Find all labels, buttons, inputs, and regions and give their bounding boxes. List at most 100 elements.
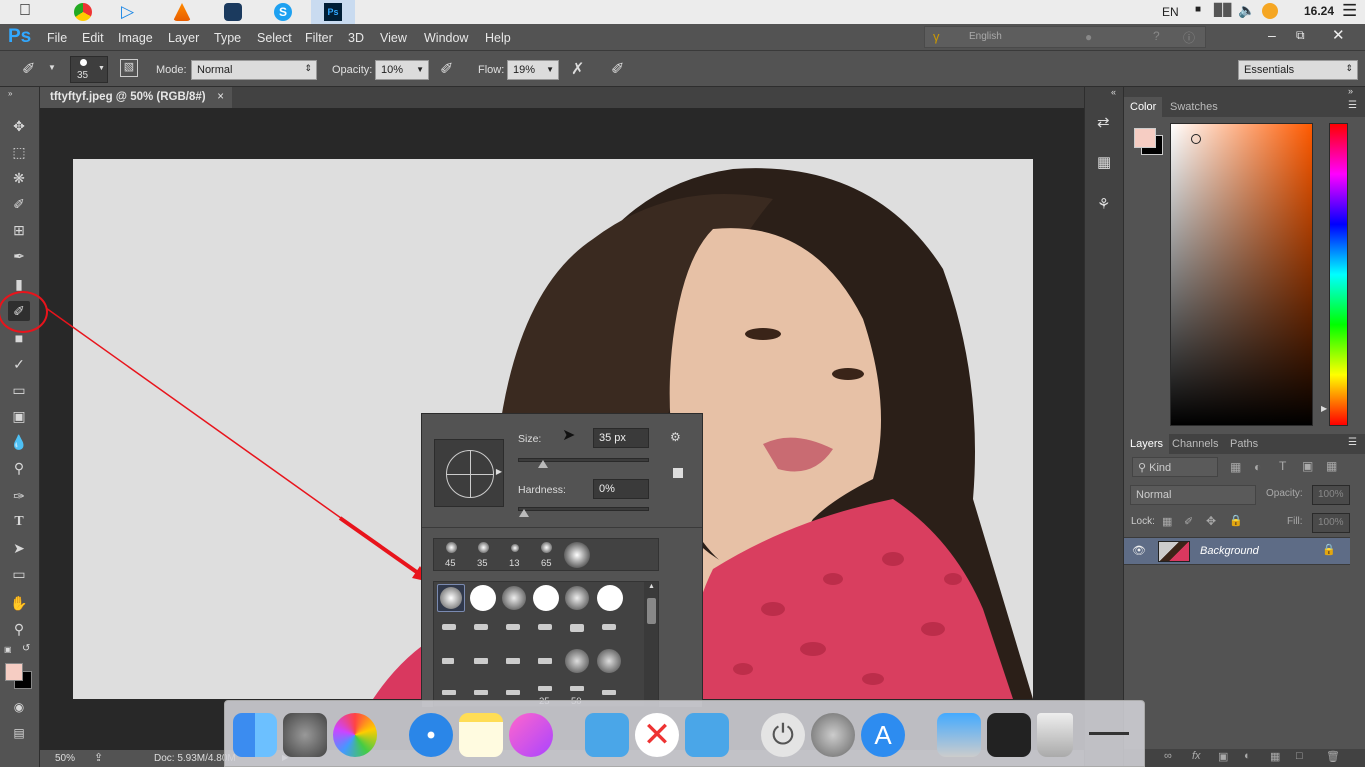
filter-pixel-icon[interactable]: ▦ xyxy=(1230,460,1241,474)
menu-edit[interactable]: Edit xyxy=(82,31,104,45)
filter-adjustment-icon[interactable]: ◐ xyxy=(1254,460,1261,474)
color-field[interactable] xyxy=(1170,123,1313,426)
flow-field[interactable]: 19% ▼ xyxy=(507,60,559,80)
xcode-icon[interactable]: ✕ xyxy=(635,713,679,757)
gradient-tool-icon[interactable]: ▣ xyxy=(8,406,30,426)
hardness-slider-thumb[interactable] xyxy=(519,509,529,517)
recent-brush[interactable] xyxy=(478,542,489,553)
size-slider[interactable] xyxy=(518,458,649,468)
quick-mask-icon[interactable]: ◉ xyxy=(8,697,30,717)
filter-type-icon[interactable]: T xyxy=(1279,459,1286,473)
brush-preset[interactable] xyxy=(506,690,520,695)
type-tool-icon[interactable]: T xyxy=(8,512,30,532)
restore-button[interactable]: ⧉ xyxy=(1296,28,1305,43)
hue-slider-thumb[interactable]: ▶ xyxy=(1321,404,1327,413)
hardness-slider[interactable] xyxy=(518,507,649,517)
layer-style-icon[interactable]: fx xyxy=(1192,750,1201,762)
language-indicator[interactable]: EN xyxy=(1162,5,1179,19)
volume-icon[interactable]: 🔈 xyxy=(1238,2,1255,19)
color-picker-ring[interactable] xyxy=(1191,134,1201,144)
trash-icon[interactable] xyxy=(1037,713,1073,757)
brush-preset[interactable] xyxy=(470,585,496,611)
history-brush-tool-icon[interactable]: ✓ xyxy=(8,354,30,374)
foreground-color-swatch[interactable] xyxy=(5,663,23,681)
lock-position-icon[interactable]: ✥ xyxy=(1206,514,1216,528)
ime-help-icon[interactable]: ? xyxy=(1153,29,1160,43)
brush-preset[interactable] xyxy=(597,585,623,611)
recent-brush[interactable] xyxy=(446,542,457,553)
gear-icon[interactable]: ⚙ xyxy=(670,430,681,444)
brush-preset[interactable] xyxy=(442,658,454,664)
swap-colors-icon[interactable]: ↺ xyxy=(22,643,30,654)
add-mask-icon[interactable]: ▣ xyxy=(1218,750,1228,763)
export-icon[interactable]: ⇪ xyxy=(94,751,103,764)
brush-preset[interactable] xyxy=(597,649,621,673)
menu-layer[interactable]: Layer xyxy=(168,31,199,45)
brush-preset[interactable] xyxy=(538,658,552,664)
brush-preset[interactable] xyxy=(474,690,488,695)
brush-preset[interactable] xyxy=(570,624,584,632)
hand-tool-icon[interactable]: ✋ xyxy=(8,593,30,613)
ime-language[interactable]: English xyxy=(969,31,1002,42)
brush-presets-panel-icon[interactable]: ⚘ xyxy=(1097,195,1110,213)
blur-tool-icon[interactable]: 💧 xyxy=(8,432,30,452)
launchpad-icon[interactable] xyxy=(811,713,855,757)
lock-all-icon[interactable]: 🔒 xyxy=(1229,514,1243,527)
brush-preset[interactable] xyxy=(442,624,456,630)
brush-preset[interactable] xyxy=(442,690,456,695)
panel-menu-icon[interactable]: ☰ xyxy=(1348,437,1357,448)
brush-preset[interactable] xyxy=(538,624,552,630)
clock[interactable]: 16.24 xyxy=(1304,4,1334,18)
scroll-up-icon[interactable]: ▲ xyxy=(648,583,655,590)
brush-preset[interactable] xyxy=(565,586,589,610)
recent-brush[interactable] xyxy=(541,542,552,553)
menu-help[interactable]: Help xyxy=(485,31,511,45)
fill-field[interactable]: 100% xyxy=(1312,513,1350,533)
new-preset-icon[interactable] xyxy=(673,468,683,478)
adjustment-layer-icon[interactable]: ◐ xyxy=(1244,750,1251,762)
battery-icon[interactable] xyxy=(1262,3,1278,19)
properties-panel-icon[interactable]: ▦ xyxy=(1097,153,1111,171)
history-panel-icon[interactable]: ⇄ xyxy=(1097,113,1110,131)
zoom-tool-icon[interactable]: ⚲ xyxy=(8,619,30,639)
brush-panel-toggle-icon[interactable]: ▧ xyxy=(120,59,138,77)
close-button[interactable]: ✕ xyxy=(1332,26,1345,44)
layer-filter-select[interactable]: ⚲ Kind xyxy=(1132,457,1218,477)
brush-preset[interactable] xyxy=(474,658,488,664)
brush-preset[interactable] xyxy=(440,587,462,609)
color-bg-swatch[interactable] xyxy=(1134,128,1156,148)
brush-preset[interactable] xyxy=(570,686,584,691)
brush-tool-preset-icon[interactable]: ✐ xyxy=(22,59,35,79)
menu-filter[interactable]: Filter xyxy=(305,31,333,45)
applications-folder-icon[interactable] xyxy=(685,713,729,757)
panel-collapse-icon[interactable]: » xyxy=(8,89,12,98)
eraser-tool-icon[interactable]: ▭ xyxy=(8,380,30,400)
shutdown-icon[interactable]: ⏻ xyxy=(761,713,805,757)
game-center-icon[interactable] xyxy=(333,713,377,757)
recent-brush[interactable] xyxy=(564,542,590,568)
layer-row-background[interactable]: 👁 Background 🔒 xyxy=(1124,537,1350,565)
screen-mode-icon[interactable]: ▤ xyxy=(8,723,30,743)
finder-icon[interactable] xyxy=(233,713,277,757)
tray-dot-icon[interactable]: ■ xyxy=(1195,4,1201,15)
hue-slider[interactable] xyxy=(1329,123,1348,426)
media-player-icon[interactable]: ▷ xyxy=(121,3,139,21)
default-colors-icon[interactable]: ▣ xyxy=(4,645,12,654)
brush-preset[interactable] xyxy=(506,624,520,630)
marquee-tool-icon[interactable]: ⬚ xyxy=(8,142,30,162)
move-tool-icon[interactable]: ✥ xyxy=(8,116,30,136)
menu-3d[interactable]: 3D xyxy=(348,31,364,45)
lock-pixels-icon[interactable]: ✐ xyxy=(1184,515,1193,528)
system-preferences-icon[interactable] xyxy=(283,713,327,757)
brush-preset[interactable] xyxy=(533,585,559,611)
menu-file[interactable]: File xyxy=(47,31,67,45)
dodge-tool-icon[interactable]: ⚲ xyxy=(8,458,30,478)
hardness-field[interactable]: 0% xyxy=(593,479,649,499)
apple-icon[interactable]:  xyxy=(19,2,31,20)
presets-scrollbar[interactable]: ▲ xyxy=(644,582,658,706)
tab-layers[interactable]: Layers xyxy=(1124,434,1170,454)
skype-icon[interactable]: S xyxy=(274,3,292,21)
crop-tool-icon[interactable]: ⊞ xyxy=(8,220,30,240)
chrome-icon[interactable] xyxy=(74,3,92,21)
size-field[interactable]: 35 px xyxy=(593,428,649,448)
